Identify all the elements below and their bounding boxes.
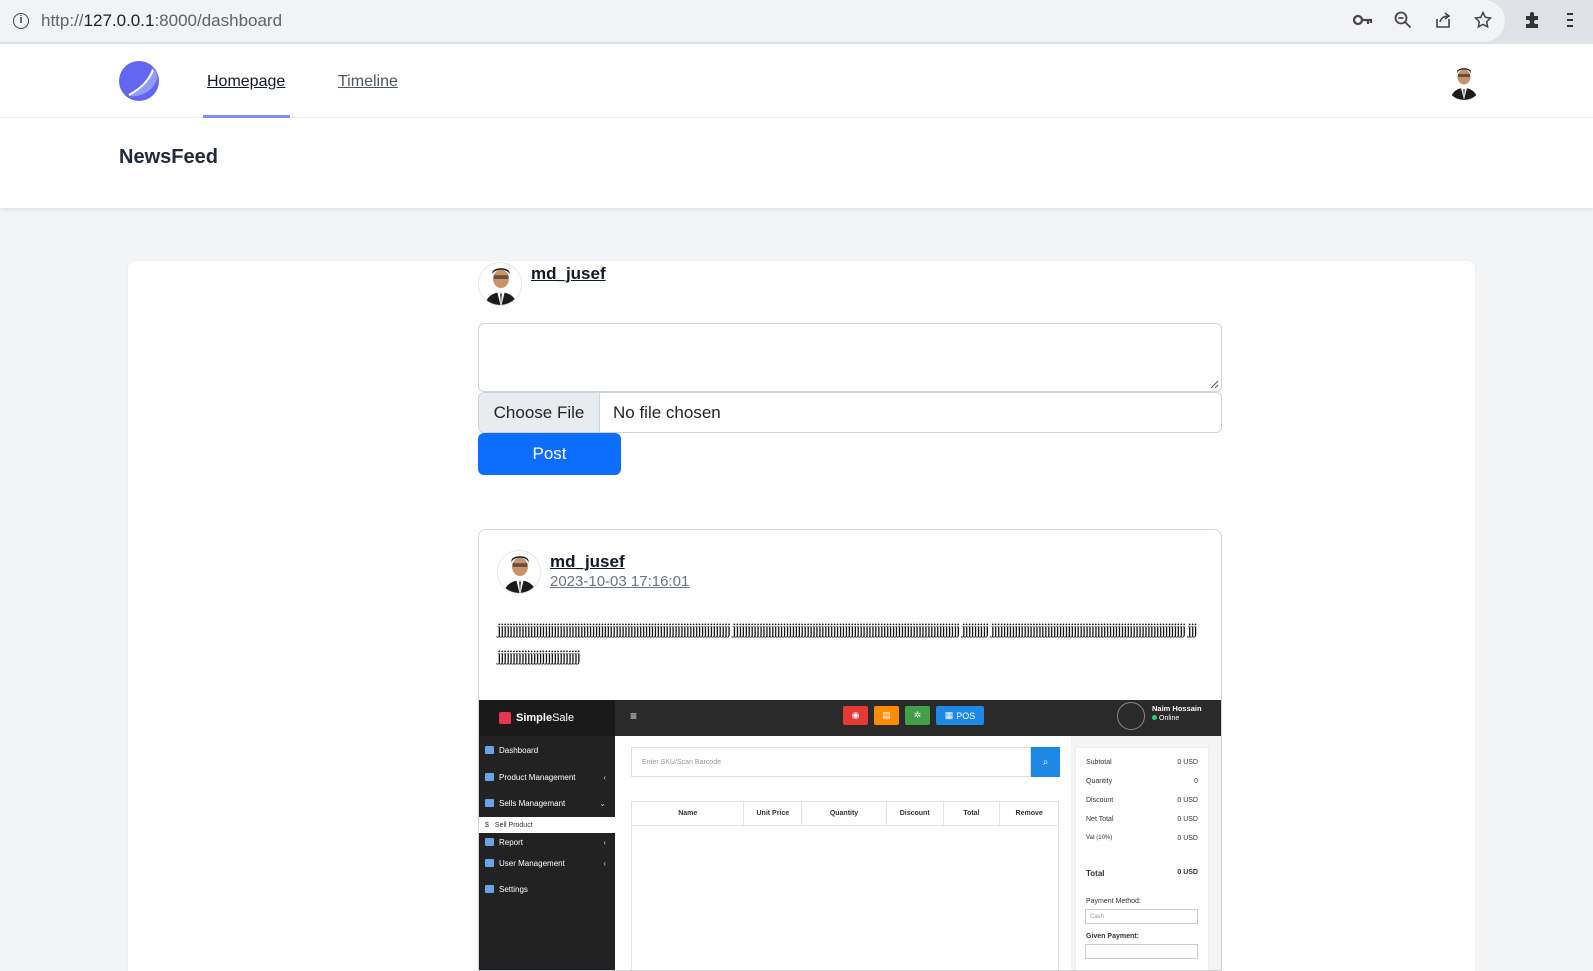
- image-sidebar-subitem: $ Sell Product: [479, 817, 615, 833]
- nav-homepage-link[interactable]: Homepage: [207, 73, 285, 91]
- extensions-puzzle-icon[interactable]: [1520, 8, 1544, 32]
- image-brand: Simple Sale: [479, 700, 615, 736]
- post-image[interactable]: Simple Sale Dashboard Product Management ‹…: [479, 700, 1221, 970]
- address-bar[interactable]: i http://127.0.0.1:8000/dashboard: [0, 0, 1505, 42]
- image-col-header: Remove: [1015, 810, 1043, 817]
- image-summary-row: Quantity 0: [1086, 778, 1198, 785]
- post-button[interactable]: Post: [478, 433, 621, 475]
- report-flag-icon: [485, 838, 494, 846]
- post-timestamp-link[interactable]: 2023-10-03 17:16:01: [550, 573, 689, 590]
- image-summary-row: Vat (10%) 0 USD: [1086, 835, 1198, 842]
- cogs-icon: ✲: [905, 706, 930, 725]
- image-summary-row: Net Total 0 USD: [1086, 816, 1198, 823]
- image-given-payment-field: [1085, 944, 1198, 959]
- image-sidebar-item: Report ‹: [479, 833, 615, 851]
- image-given-payment-label: Given Payment:: [1086, 933, 1139, 940]
- url-text[interactable]: http://127.0.0.1:8000/dashboard: [41, 11, 282, 31]
- nav-timeline-link[interactable]: Timeline: [338, 73, 398, 91]
- users-icon: [485, 859, 494, 867]
- zoom-out-icon[interactable]: [1391, 8, 1415, 32]
- simplesale-logo-icon: [499, 712, 511, 724]
- cart-icon: ▤: [874, 706, 899, 725]
- choose-file-button[interactable]: Choose File: [479, 393, 600, 432]
- image-main: Enter SKU/Scan Barcode ⌕ Name Unit Price…: [615, 736, 1071, 970]
- pos-button: ▦ POS: [936, 706, 984, 725]
- file-upload-input[interactable]: Choose File No file chosen: [478, 392, 1222, 433]
- browser-menu-icon[interactable]: [1558, 8, 1582, 32]
- image-user-avatar: [1117, 702, 1145, 730]
- bookmark-star-icon[interactable]: [1471, 8, 1495, 32]
- image-sidebar-item: Dashboard: [479, 741, 615, 759]
- post-author-link[interactable]: md_jusef: [550, 552, 625, 572]
- image-sidebar-item: Sells Managemant ⌄: [479, 794, 615, 812]
- browser-toolbar: i http://127.0.0.1:8000/dashboard: [0, 0, 1593, 44]
- page-header: NewsFeed: [0, 118, 1593, 208]
- sells-icon: [485, 799, 494, 807]
- image-sidebar-item: Product Management ‹: [479, 768, 615, 786]
- image-col-header: Unit Price: [744, 802, 803, 825]
- post-textarea[interactable]: [478, 323, 1222, 392]
- image-summary-total: Total 0 USD: [1086, 869, 1198, 878]
- composer-username-link[interactable]: md_jusef: [531, 264, 606, 284]
- image-sidebar: Simple Sale Dashboard Product Management ‹…: [479, 700, 615, 970]
- image-sidebar-item: User Management ‹: [479, 854, 615, 872]
- image-user-status: Online: [1152, 715, 1179, 722]
- composer-avatar: [478, 262, 522, 306]
- image-summary: Subtotal 0 USD Quantity 0 Discount 0 USD Ne…: [1075, 747, 1209, 970]
- image-payment-method-label: Payment Method:: [1086, 898, 1141, 905]
- file-status-text: No file chosen: [613, 402, 721, 422]
- post-card: md_jusef 2023-10-03 17:16:01 jjjjjjjjjjj…: [478, 529, 1222, 971]
- key-icon[interactable]: [1351, 8, 1375, 32]
- laptop-icon: [485, 885, 494, 893]
- post-author-avatar: [497, 550, 541, 594]
- image-col-header: Total: [944, 802, 1001, 825]
- image-cart-table: Name Unit Price Quantity Discount Total …: [631, 801, 1059, 970]
- image-sidebar-item: Settings: [479, 880, 615, 898]
- site-info-icon[interactable]: i: [13, 13, 29, 29]
- image-summary-row: Discount 0 USD: [1086, 797, 1198, 804]
- dashboard-icon: [485, 746, 494, 754]
- post-body-text: jjjjjjjjjjjjjjjjjjjjjjjjjjjjjjjjjjjjjjjj…: [497, 621, 1198, 665]
- page-title: NewsFeed: [119, 146, 218, 168]
- image-topbar: ≡ ◉ ▤ ✲ ▦ POS Naim Hossain Online: [615, 700, 1221, 736]
- speedometer-icon: ◉: [843, 706, 868, 725]
- resize-grip-icon[interactable]: [1209, 379, 1219, 389]
- image-col-header: Name: [632, 802, 745, 825]
- top-navbar: Homepage Timeline: [0, 44, 1593, 118]
- user-avatar[interactable]: [1446, 64, 1482, 100]
- image-sku-input: Enter SKU/Scan Barcode: [631, 747, 1031, 777]
- app-logo-icon[interactable]: [119, 61, 159, 101]
- image-search-icon: ⌕: [1031, 747, 1060, 777]
- image-summary-row: Subtotal 0 USD: [1086, 759, 1198, 766]
- image-payment-method-field: Cash: [1085, 909, 1198, 924]
- image-col-header: Quantity: [802, 802, 887, 825]
- hamburger-icon: ≡: [630, 709, 638, 723]
- share-icon[interactable]: [1431, 8, 1455, 32]
- image-user-name: Naim Hossain: [1152, 704, 1202, 713]
- product-icon: [485, 773, 494, 781]
- image-col-header: Discount: [887, 802, 944, 825]
